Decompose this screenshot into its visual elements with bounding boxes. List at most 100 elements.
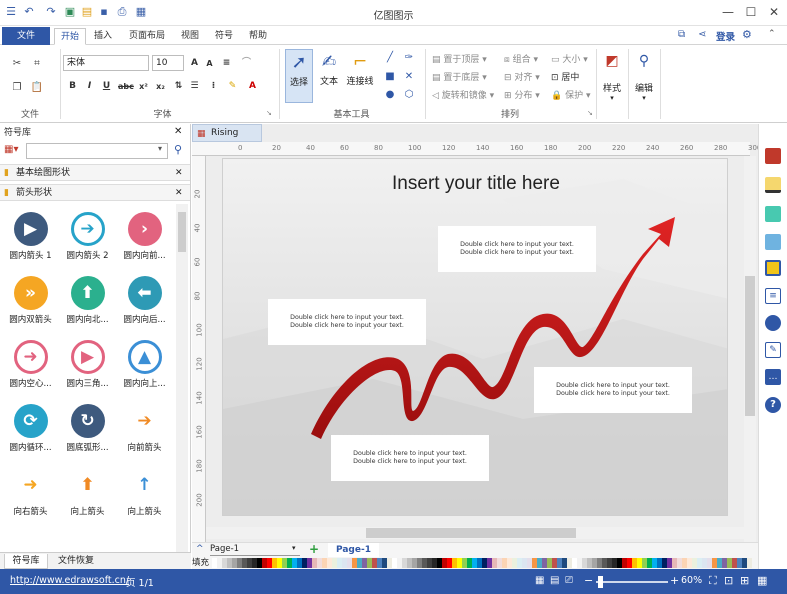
highlight-color-icon[interactable]: ✎ [226,80,239,93]
style-button[interactable]: ◩ 样式 ▾ [600,51,624,107]
zoom-out-button[interactable]: − [584,574,593,587]
diagram-title[interactable]: Insert your title here [223,173,727,195]
vertical-scrollbar[interactable] [744,156,756,548]
copy-icon[interactable]: ❐ [10,81,24,95]
chevron-down-icon[interactable]: ▾ [158,144,162,153]
shape-item[interactable]: ▶ 圆内箭头 1 [2,206,59,270]
settings-gear-icon[interactable]: ⚙ [742,28,752,41]
maximize-button[interactable]: ☐ [741,3,761,21]
shape-item[interactable]: ⬆ 向上箭头 [59,462,116,526]
shape-item[interactable]: ➔ 向前箭头 [116,398,173,462]
line-style-icon[interactable] [765,177,781,193]
layers-icon[interactable] [765,260,781,276]
tab-page-layout[interactable]: 页面布局 [123,28,171,45]
diagram-page[interactable]: Insert your title here Double click here… [222,158,728,516]
help-icon[interactable]: ? [765,397,781,413]
page-tab[interactable]: Page-1 [328,543,379,557]
share-icon[interactable]: ⋖ [698,29,706,40]
shadow-icon[interactable] [765,206,781,222]
font-size-select[interactable]: 10 [152,55,184,71]
color-swatch[interactable] [747,558,752,568]
cut-icon[interactable]: ✂ [10,57,24,71]
arrange-dialog-launcher-icon[interactable]: ↘ [587,109,593,117]
tab-symbol-library[interactable]: 符号库 [4,554,48,569]
document-tab[interactable]: ▦ Rising [192,124,262,142]
center-button[interactable]: ⊡ 居中 [551,70,579,83]
shape-item[interactable]: ➜ 向右箭头 [2,462,59,526]
tab-file-recovery[interactable]: 文件恢复 [52,554,100,569]
ribbon-collapse-icon[interactable]: ⌃ [768,29,776,39]
shape-item[interactable]: ↑ 向上箭头 [116,462,173,526]
symbol-search-input[interactable] [26,143,168,159]
shape-item[interactable]: › 圆内向前... [116,206,173,270]
shape-item[interactable]: » 圆内双箭头 [2,270,59,334]
library-close-icon[interactable]: ✕ [175,165,183,181]
image-icon[interactable] [765,234,781,250]
page-select[interactable]: Page-1 [210,544,300,556]
rotate-mirror-button[interactable]: ◁ 旋转和镜像 ▾ [432,88,494,101]
library-basic-shapes[interactable]: ▮ 基本绘图形状 ✕ [0,164,190,181]
paste-icon[interactable]: 📋 [30,81,44,95]
bring-to-top-button[interactable]: ▤ 置于顶层 ▾ [432,52,487,65]
minimize-button[interactable]: — [718,3,738,21]
bold-button[interactable]: B [66,80,79,93]
tab-help[interactable]: 帮助 [243,28,273,45]
group-button[interactable]: ⧈ 组合 ▾ [504,52,538,65]
text-box[interactable]: Double click here to input your text. Do… [331,435,489,481]
web-view-icon[interactable]: ▤ [550,575,559,586]
horizontal-scrollbar[interactable] [206,527,744,539]
tab-file[interactable]: 文件 [2,27,50,45]
text-direction-icon[interactable]: ⇅ [172,80,185,93]
align-icon[interactable]: ≡ [220,57,233,70]
search-icon[interactable]: ⚲ [174,143,182,156]
shape-item[interactable]: ↻ 圆底弧形... [59,398,116,462]
shape-item[interactable]: ▶ 圆内三角... [59,334,116,398]
vertical-scroll-thumb[interactable] [745,276,755,416]
text-tool-button[interactable]: ✍ 文本 [316,49,342,103]
document-icon[interactable]: ≡ [765,288,781,304]
login-link[interactable]: 登录 [716,29,735,43]
tab-home[interactable]: 开始 [54,28,87,45]
crosshair-tool-icon[interactable]: ✕ [402,70,416,84]
shape-item[interactable]: ⬆ 圆内向北... [59,270,116,334]
zoom-slider[interactable] [596,581,668,583]
add-page-icon[interactable]: + [309,542,319,556]
ellipse-tool-icon[interactable]: ● [383,88,397,102]
library-close-icon[interactable]: ✕ [175,185,183,201]
page-view-icon[interactable]: ▦ [535,575,544,586]
format-painter-icon[interactable]: ⌗ [30,57,44,71]
distribute-button[interactable]: ⊞ 分布 ▾ [504,88,540,101]
text-box[interactable]: Double click here to input your text. Do… [534,367,692,413]
globe-icon[interactable] [765,315,781,331]
superscript-button[interactable]: x² [137,80,150,93]
chevron-down-icon[interactable]: ▾ [292,544,296,552]
polygon-tool-icon[interactable]: ⬡ [402,88,416,102]
chevron-up-icon[interactable]: ^ [196,544,204,554]
pen-tool-icon[interactable]: ✑ [402,51,416,65]
panel-scrollbar[interactable] [176,204,188,552]
align-button[interactable]: ⊟ 对齐 ▾ [504,70,540,83]
subscript-button[interactable]: x₂ [154,80,167,93]
font-dialog-launcher-icon[interactable]: ↘ [266,109,272,117]
select-tool-button[interactable]: ➚ 选择 [285,49,313,103]
note-icon[interactable]: ✎ [765,342,781,358]
strikethrough-button[interactable]: abc [118,80,134,93]
shape-item[interactable]: ➜ 圆内空心... [2,334,59,398]
shape-item[interactable]: ⬅ 圆内向后... [116,270,173,334]
library-arrow-shapes[interactable]: ▮ 箭头形状 ✕ [0,184,190,201]
tab-view[interactable]: 视图 [175,28,205,45]
website-link[interactable]: http://www.edrawsoft.cn/ [10,575,129,586]
comment-icon[interactable]: … [765,369,781,385]
italic-button[interactable]: I [83,80,96,93]
size-button[interactable]: ▭ 大小 ▾ [551,52,588,65]
font-family-select[interactable]: 宋体 [63,55,149,71]
close-window-button[interactable]: ✕ [764,3,784,21]
fit-page-icon[interactable]: ⛶ [709,574,717,588]
bullet-list-icon[interactable]: ☰ [188,80,201,93]
text-box[interactable]: Double click here to input your text. Do… [268,299,426,345]
grow-font-icon[interactable]: A [188,57,201,70]
send-to-bottom-button[interactable]: ▤ 置于底层 ▾ [432,70,487,83]
tab-symbols[interactable]: 符号 [209,28,239,45]
shape-item[interactable]: ▲ 圆内向上... [116,334,173,398]
protect-button[interactable]: 🔒 保护 ▾ [551,88,590,101]
